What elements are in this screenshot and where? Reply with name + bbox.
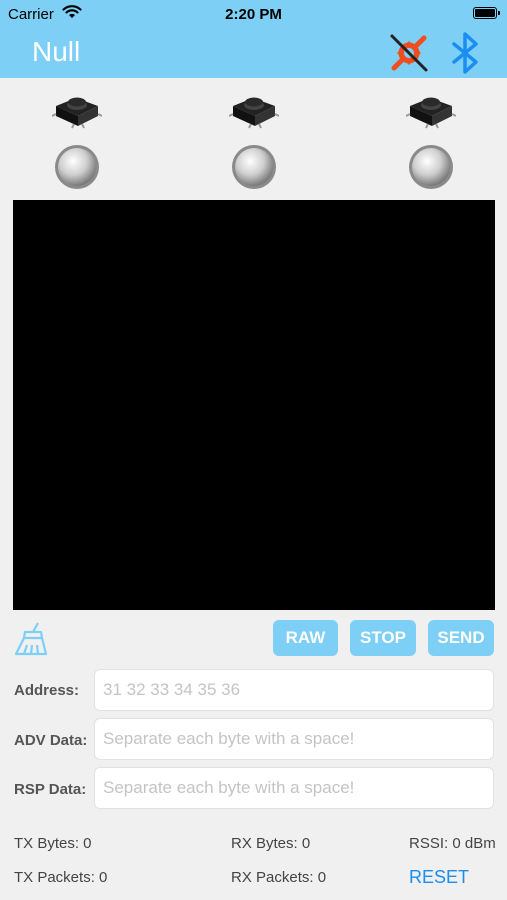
rsp-data-input[interactable] bbox=[94, 767, 494, 809]
tactile-switch-icon[interactable] bbox=[406, 86, 456, 130]
battery-icon bbox=[473, 7, 500, 19]
status-bar: Carrier 2:20 PM bbox=[0, 0, 507, 28]
clock: 2:20 PM bbox=[225, 6, 282, 23]
link-disconnected-icon[interactable] bbox=[386, 30, 432, 76]
tx-bytes-counter: TX Bytes: 0 bbox=[14, 835, 92, 852]
display-screen bbox=[13, 200, 495, 610]
led-icon bbox=[232, 145, 276, 189]
led-icon bbox=[409, 145, 453, 189]
address-input[interactable] bbox=[94, 669, 494, 711]
reset-button[interactable]: RESET bbox=[409, 867, 469, 888]
rssi-readout: RSSI: 0 dBm bbox=[409, 835, 496, 852]
broom-icon[interactable] bbox=[12, 620, 52, 658]
adv-data-label: ADV Data: bbox=[14, 732, 88, 749]
send-button[interactable]: SEND bbox=[428, 620, 494, 656]
tactile-switch-icon[interactable] bbox=[229, 86, 279, 130]
rx-packets-counter: RX Packets: 0 bbox=[231, 869, 327, 886]
address-label: Address: bbox=[14, 682, 80, 699]
bluetooth-icon[interactable] bbox=[444, 30, 488, 76]
stop-button[interactable]: STOP bbox=[350, 620, 416, 656]
adv-data-input[interactable] bbox=[94, 718, 494, 760]
raw-button[interactable]: RAW bbox=[273, 620, 338, 656]
tactile-switch-icon[interactable] bbox=[52, 86, 102, 130]
led-icon bbox=[55, 145, 99, 189]
rx-bytes-counter: RX Bytes: 0 bbox=[231, 835, 311, 852]
navigation-bar: Null bbox=[0, 28, 507, 78]
tx-packets-counter: TX Packets: 0 bbox=[14, 869, 108, 886]
page-title: Null bbox=[32, 36, 81, 67]
rsp-data-label: RSP Data: bbox=[14, 781, 87, 798]
